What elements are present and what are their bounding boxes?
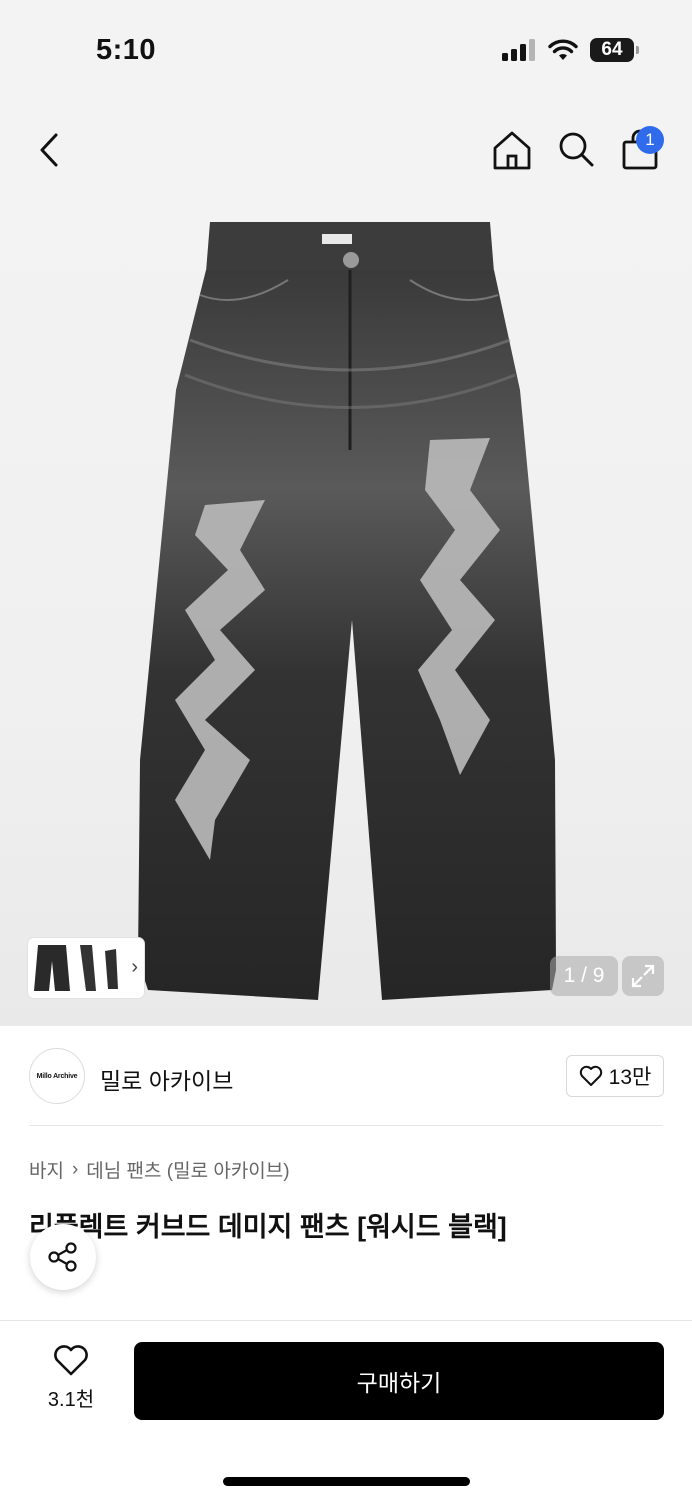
buy-button[interactable]: 구매하기: [134, 1342, 664, 1420]
product-image: [138, 222, 556, 1000]
product-image-gallery[interactable]: › 1 / 9: [0, 200, 692, 1026]
brand-like-button[interactable]: 13만: [566, 1055, 664, 1097]
expand-icon: [631, 964, 655, 988]
wishlist-count: 3.1천: [47, 1389, 95, 1411]
brand-logo[interactable]: Millo Archive: [29, 1048, 85, 1104]
thumbnail-image: [105, 949, 118, 989]
back-arrow-icon[interactable]: [30, 128, 70, 172]
expand-button[interactable]: [622, 956, 664, 996]
product-title: 리플렉트 커브드 데미지 팬츠 [워시드 블랙]: [29, 1212, 507, 1242]
share-button[interactable]: [30, 1224, 96, 1290]
brand-like-count: 13만: [608, 1066, 652, 1089]
share-icon: [48, 1242, 77, 1272]
wifi-icon: [548, 39, 578, 60]
nav-bar: [0, 100, 692, 200]
cart-count-badge: 1: [636, 126, 664, 154]
status-time: 5:10: [96, 34, 157, 66]
brand-row[interactable]: Millo Archive 밀로 아카이브 13만: [0, 1026, 692, 1126]
wishlist-button[interactable]: 3.1천: [40, 1345, 102, 1412]
home-indicator: [223, 1477, 470, 1486]
status-icons: 64: [502, 38, 639, 62]
breadcrumb-item-pants[interactable]: 바지: [29, 1156, 64, 1183]
battery-indicator: 64: [590, 38, 639, 62]
chevron-right-icon: ›: [131, 956, 138, 978]
thumbnail-image: [80, 945, 96, 991]
signal-icon: [502, 39, 535, 61]
heart-icon: [54, 1345, 88, 1376]
image-counter: 1 / 9: [550, 956, 618, 996]
heart-icon: [579, 1065, 602, 1086]
divider: [29, 1125, 663, 1126]
status-bar: 5:10 64: [0, 0, 692, 100]
thumbnail-strip[interactable]: ›: [28, 938, 144, 998]
thumbnail-image: [34, 945, 70, 991]
bottom-action-bar: 3.1천 구매하기: [0, 1320, 692, 1500]
home-icon[interactable]: [490, 128, 534, 172]
search-icon[interactable]: [554, 128, 598, 172]
breadcrumb: 바지 › 데님 팬츠 (밀로 아카이브): [29, 1156, 290, 1183]
breadcrumb-item-denim[interactable]: 데님 팬츠 (밀로 아카이브): [86, 1156, 289, 1183]
brand-name[interactable]: 밀로 아카이브: [100, 1062, 233, 1096]
chevron-right-icon: ›: [71, 1158, 79, 1180]
